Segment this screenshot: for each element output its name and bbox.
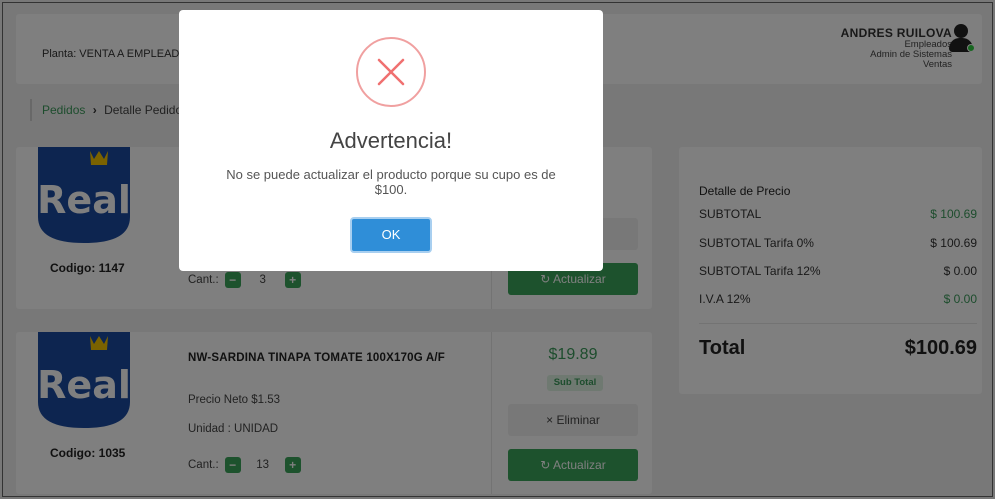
error-x-icon: [356, 37, 426, 107]
warning-dialog: Advertencia! No se puede actualizar el p…: [179, 10, 603, 271]
dialog-message: No se puede actualizar el producto porqu…: [226, 167, 556, 197]
dialog-title: Advertencia!: [329, 128, 453, 153]
ok-button[interactable]: OK: [350, 217, 432, 253]
